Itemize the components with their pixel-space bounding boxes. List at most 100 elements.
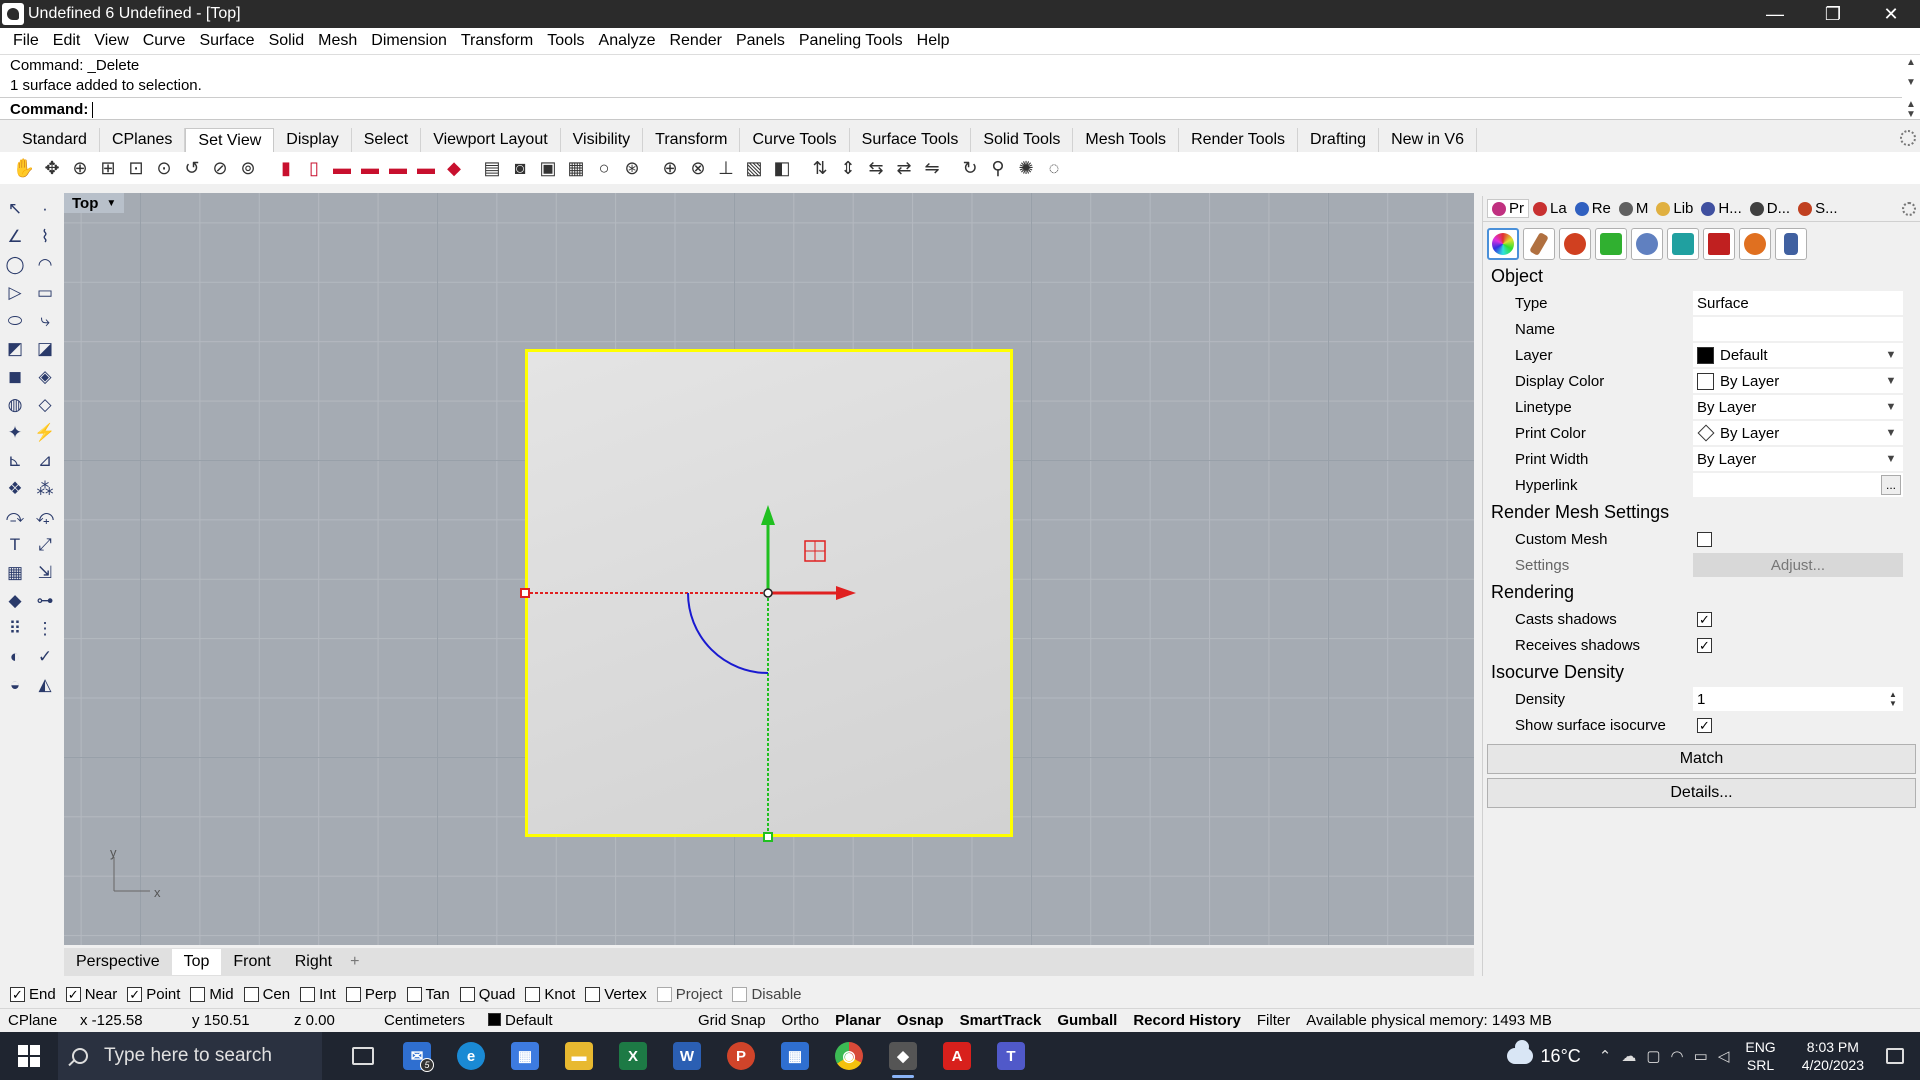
trim-icon[interactable]: ⤼ <box>2 504 28 530</box>
circle-icon[interactable]: ◯ <box>2 252 28 278</box>
explode-icon[interactable]: ❖ <box>2 476 28 502</box>
battery-icon[interactable]: ▭ <box>1694 1047 1708 1065</box>
gumball-toggle[interactable]: Gumball <box>1049 1012 1125 1029</box>
taskbar-search[interactable]: Type here to search <box>58 1032 322 1080</box>
menu-paneling-tools[interactable]: Paneling Tools <box>792 32 910 50</box>
custom-mesh-checkbox[interactable] <box>1697 531 1712 547</box>
tab-materials[interactable]: M <box>1615 200 1653 217</box>
chevron-up-icon[interactable]: ⌃ <box>1599 1047 1612 1065</box>
menu-transform[interactable]: Transform <box>454 32 540 50</box>
arc-icon[interactable]: ◠ <box>32 252 58 278</box>
tab-top[interactable]: Top <box>171 949 222 975</box>
menu-help[interactable]: Help <box>910 32 957 50</box>
surface-from-points-icon[interactable]: ◩ <box>2 336 28 362</box>
text-icon[interactable]: T <box>2 532 28 558</box>
save-view-icon[interactable]: ▦ <box>564 156 588 180</box>
walkabout-icon[interactable]: ⚲ <box>986 156 1010 180</box>
show-isocurve-checkbox[interactable]: ✓ <box>1697 717 1712 733</box>
tab-visibility[interactable]: Visibility <box>561 128 644 152</box>
distance-icon[interactable]: ⋮ <box>32 616 58 642</box>
sun-icon[interactable]: ✺ <box>1014 156 1038 180</box>
target-icon[interactable]: ⊕ <box>658 156 682 180</box>
match-button[interactable]: Match <box>1487 744 1916 774</box>
lock-icon[interactable]: ◭ <box>32 672 58 698</box>
select-arrow-icon[interactable]: ↖ <box>2 196 28 222</box>
menu-surface[interactable]: Surface <box>192 32 261 50</box>
tab-solid-tools[interactable]: Solid Tools <box>971 128 1074 152</box>
print-color-dropdown[interactable]: By Layer ▼ <box>1693 421 1903 445</box>
add-viewport-icon[interactable]: + <box>350 953 359 971</box>
annotation-icon[interactable]: ⊿ <box>32 448 58 474</box>
back-view-icon[interactable]: ▬ <box>358 156 382 180</box>
panel-settings-gear-icon[interactable] <box>1902 201 1916 216</box>
tab-display[interactable]: Display <box>274 128 352 152</box>
tab-cplanes[interactable]: CPlanes <box>100 128 186 152</box>
bottom-view-icon[interactable]: ▬ <box>414 156 438 180</box>
tab-new-in-v6[interactable]: New in V6 <box>1379 128 1477 152</box>
polyline-icon[interactable]: ∠ <box>2 224 28 250</box>
object-properties-icon[interactable] <box>1487 228 1519 260</box>
menu-analyze[interactable]: Analyze <box>592 32 663 50</box>
osnap-disable[interactable]: Disable <box>732 986 802 1003</box>
powerpoint-icon[interactable]: P <box>714 1032 768 1080</box>
osnap-int-checkbox[interactable] <box>300 986 316 1002</box>
move-icon[interactable]: ⇲ <box>32 560 58 586</box>
windows-start-icon[interactable] <box>0 1032 58 1080</box>
orbit-icon[interactable]: ↻ <box>958 156 982 180</box>
history-scroll-up-icon[interactable]: ▲ <box>1902 57 1920 68</box>
menu-edit[interactable]: Edit <box>46 32 88 50</box>
osnap-project-checkbox[interactable] <box>656 986 672 1002</box>
gumball-x-arrowhead[interactable] <box>836 586 856 600</box>
restore-button[interactable]: ❐ <box>1804 0 1862 28</box>
rhino-icon[interactable]: ◆ <box>876 1032 930 1080</box>
stepper-arrows-icon[interactable]: ▲ ▼ <box>1885 688 1901 710</box>
grid-array-icon[interactable]: ⠿ <box>2 616 28 642</box>
file-explorer-icon[interactable]: ▬ <box>552 1032 606 1080</box>
print-width-dropdown[interactable]: By Layer ▼ <box>1693 447 1903 471</box>
gumball-y-arrowhead[interactable] <box>761 505 775 525</box>
zoom-lens-icon[interactable]: ⊛ <box>620 156 644 180</box>
osnap-cen-checkbox[interactable] <box>243 986 259 1002</box>
osnap-quad-checkbox[interactable] <box>459 986 475 1002</box>
ellipse-icon[interactable]: ⬭ <box>2 308 28 334</box>
osnap-end[interactable]: ✓ End <box>10 986 56 1003</box>
curve-control-points-icon[interactable]: ⌇ <box>32 224 58 250</box>
tab-libraries[interactable]: Lib <box>1652 200 1697 217</box>
filter-toggle[interactable]: Filter <box>1249 1012 1298 1029</box>
receives-shadows-checkbox[interactable]: ✓ <box>1697 637 1712 653</box>
tab-select[interactable]: Select <box>352 128 422 152</box>
word-icon[interactable]: W <box>660 1032 714 1080</box>
tab-front[interactable]: Front <box>221 949 282 975</box>
top-view-icon[interactable]: ▮ <box>274 156 298 180</box>
task-view-icon[interactable] <box>336 1032 390 1080</box>
tab-properties[interactable]: Pr <box>1487 199 1529 218</box>
zoom-extents-icon[interactable]: ⊞ <box>96 156 120 180</box>
menu-render[interactable]: Render <box>662 32 728 50</box>
osnap-quad[interactable]: Quad <box>459 986 515 1003</box>
cylinder-icon[interactable]: ◍ <box>2 392 28 418</box>
osnap-mid[interactable]: Mid <box>190 986 234 1003</box>
measure-icon[interactable]: ⊶ <box>32 588 58 614</box>
tab-sun[interactable]: S... <box>1794 200 1842 217</box>
tab-rendering[interactable]: Re <box>1571 200 1615 217</box>
chevron-down-icon[interactable]: ▼ <box>1881 397 1901 417</box>
microsoft-store-icon[interactable]: ▦ <box>498 1032 552 1080</box>
prompt-scroll-down-icon[interactable]: ▼ <box>1902 109 1920 120</box>
osnap-tan-checkbox[interactable] <box>406 986 422 1002</box>
array-icon[interactable]: ▦ <box>2 560 28 586</box>
density-stepper[interactable]: 1 ▲ ▼ <box>1693 687 1903 711</box>
tab-surface-tools[interactable]: Surface Tools <box>850 128 972 152</box>
gumball-origin[interactable] <box>763 588 773 598</box>
tab-transform[interactable]: Transform <box>643 128 741 152</box>
boolean-icon[interactable]: ◈ <box>32 364 58 390</box>
osnap-mid-checkbox[interactable] <box>190 986 206 1002</box>
cplane-toggle[interactable]: CPlane <box>0 1012 72 1029</box>
tilt-view-icon[interactable]: ⇅ <box>808 156 832 180</box>
zoom-1-to-1-icon[interactable]: ⊚ <box>236 156 260 180</box>
close-button[interactable]: ✕ <box>1862 0 1920 28</box>
zoom-target-icon[interactable]: ⊘ <box>208 156 232 180</box>
shadow-icon[interactable] <box>1631 228 1663 260</box>
check-icon[interactable]: ✓ <box>32 644 58 670</box>
wifi-icon[interactable]: ◠ <box>1671 1047 1684 1065</box>
tab-layers[interactable]: La <box>1529 200 1571 217</box>
